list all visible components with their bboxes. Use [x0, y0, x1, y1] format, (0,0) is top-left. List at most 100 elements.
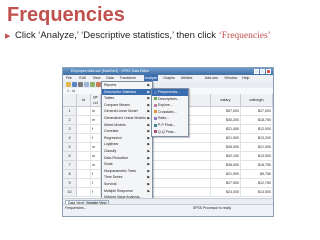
- menu-item-regression[interactable]: Regression ▶: [102, 135, 152, 142]
- column-header-id[interactable]: id: [77, 94, 91, 107]
- cell-salbegin[interactable]: $18,750: [241, 116, 273, 125]
- submenu-item-q-q-plots[interactable]: Q-Q Plots...: [152, 129, 188, 136]
- undo-icon[interactable]: [90, 82, 95, 87]
- column-header-salbegin[interactable]: salbegin: [241, 94, 273, 107]
- menu-item-scale[interactable]: Scale ▶: [102, 161, 152, 168]
- cell-salbegin[interactable]: $27,000: [241, 107, 273, 116]
- cell-gender[interactable]: m: [91, 143, 101, 152]
- cell-salary[interactable]: $21,450: [211, 125, 241, 134]
- menu-item-descriptive-statistics[interactable]: Descriptive Statistics ▶: [102, 88, 152, 96]
- cell-gender[interactable]: f: [91, 125, 101, 134]
- qq-plot-icon: [154, 130, 157, 134]
- cell-id[interactable]: [77, 161, 91, 170]
- menu-item-survival[interactable]: Survival ▶: [102, 181, 152, 188]
- submenu-item-crosstabs[interactable]: Crosstabs...: [152, 109, 188, 116]
- cell-salbegin[interactable]: $21,000: [241, 143, 273, 152]
- menu-item-correlate[interactable]: Correlate ▶: [102, 128, 152, 135]
- submenu-item-p-p-plots[interactable]: P-P Plots...: [152, 122, 188, 129]
- cell-salbegin[interactable]: $13,200: [241, 134, 273, 143]
- table-row: 10 f $24,000 $13,500: [63, 188, 273, 197]
- cell-salary[interactable]: $36,000: [211, 161, 241, 170]
- menu-item-loglinear[interactable]: Loglinear ▶: [102, 141, 152, 148]
- submenu-arrow-icon: ▶: [147, 129, 150, 134]
- menu-item-label: Scale: [104, 162, 113, 167]
- cell-id[interactable]: [77, 152, 91, 161]
- menu-item-classify[interactable]: Classify ▶: [102, 148, 152, 155]
- cell-salary[interactable]: $45,000: [211, 143, 241, 152]
- cell-salbegin[interactable]: $18,750: [241, 161, 273, 170]
- cell-salary[interactable]: $40,200: [211, 116, 241, 125]
- menu-item-label: Survival: [104, 182, 117, 186]
- cell-salary[interactable]: $24,000: [211, 188, 241, 197]
- cell-id[interactable]: [77, 107, 91, 116]
- menu-item-label: Generalized Linear Models: [104, 116, 146, 120]
- cell-gender[interactable]: f: [91, 188, 101, 197]
- cell-salary[interactable]: $27,900: [211, 179, 241, 188]
- print-icon[interactable]: [78, 82, 83, 87]
- menu-item-mixed-models[interactable]: Mixed Models ▶: [102, 122, 152, 129]
- window-titlebar: Employee data.sav [DataSet1] - SPSS Data…: [63, 68, 273, 75]
- cell-id[interactable]: [77, 170, 91, 179]
- submenu-arrow-icon: ▶: [147, 182, 150, 186]
- cell-id[interactable]: [77, 143, 91, 152]
- submenu-item-explore[interactable]: Explore...: [152, 102, 188, 109]
- cell-gender[interactable]: f: [91, 134, 101, 143]
- submenu-item-frequencies[interactable]: Frequencies...: [152, 89, 188, 96]
- cell-id[interactable]: [77, 116, 91, 125]
- menu-item-tables[interactable]: Tables ▶: [102, 95, 152, 102]
- menu-item-label: Compare Means: [104, 102, 130, 107]
- frequencies-icon: [154, 90, 157, 94]
- close-icon[interactable]: [266, 69, 271, 74]
- menu-item-label: Loglinear: [104, 142, 119, 147]
- submenu-item-ratio[interactable]: Ratio...: [152, 115, 188, 122]
- cell-salary[interactable]: $21,900: [211, 170, 241, 179]
- menu-item-generalized-linear-models[interactable]: Generalized Linear Models ▶: [102, 115, 152, 122]
- cell-salbegin[interactable]: $12,750: [241, 179, 273, 188]
- menu-item-general-linear-model[interactable]: General Linear Model ▶: [102, 108, 152, 115]
- submenu-arrow-icon: ▶: [147, 188, 150, 193]
- cell-gender[interactable]: m: [91, 107, 101, 116]
- cell-salbegin[interactable]: $12,000: [241, 125, 273, 134]
- cell-salary[interactable]: $32,100: [211, 152, 241, 161]
- menu-item-nonparametric-tests[interactable]: Nonparametric Tests ▶: [102, 168, 152, 175]
- cell-salary[interactable]: $57,000: [211, 107, 241, 116]
- menu-item-compare-means[interactable]: Compare Means ▶: [102, 102, 152, 109]
- cell-salbegin[interactable]: $13,500: [241, 152, 273, 161]
- submenu-arrow-icon: ▶: [147, 142, 150, 147]
- row-number: 2: [63, 116, 77, 125]
- cell-salary[interactable]: $21,900: [211, 134, 241, 143]
- submenu-item-label: Ratio...: [158, 116, 170, 121]
- cell-id[interactable]: [77, 188, 91, 197]
- save-icon[interactable]: [72, 82, 77, 87]
- minimize-icon[interactable]: [254, 69, 259, 74]
- menu-item-reports[interactable]: Reports ▶: [102, 82, 152, 89]
- cell-gender[interactable]: m: [91, 152, 101, 161]
- column-header-salary[interactable]: salary: [211, 94, 241, 107]
- cell-salbegin[interactable]: $13,500: [241, 188, 273, 197]
- cell-id[interactable]: [77, 134, 91, 143]
- cell-id[interactable]: [77, 179, 91, 188]
- cell-gender[interactable]: m: [91, 161, 101, 170]
- pp-plot-icon: [154, 123, 157, 127]
- open-icon[interactable]: [66, 82, 71, 87]
- row-number: 8: [63, 170, 77, 179]
- row-number: 9: [63, 179, 77, 188]
- cell-id[interactable]: [77, 125, 91, 134]
- cell-gender[interactable]: f: [91, 170, 101, 179]
- cell-gender[interactable]: f: [91, 179, 101, 188]
- row-number: 7: [63, 161, 77, 170]
- menu-item-label: Time Series: [104, 175, 123, 180]
- analyze-menu: Reports ▶ Descriptive Statistics ▶ Tables ▶ Co…: [101, 81, 153, 203]
- menu-item-time-series[interactable]: Time Series ▶: [102, 174, 152, 181]
- goto-chart-icon[interactable]: [96, 82, 101, 87]
- cell-salbegin[interactable]: $9,750: [241, 170, 273, 179]
- descriptive-statistics-submenu: Frequencies... Descriptives... Explore... C…: [151, 88, 189, 137]
- menu-item-multiple-response[interactable]: Multiple Response ▶: [102, 188, 152, 195]
- dialog-recall-icon[interactable]: [84, 82, 89, 87]
- submenu-item-descriptives[interactable]: Descriptives...: [152, 96, 188, 103]
- cell-gender[interactable]: m: [91, 116, 101, 125]
- maximize-icon[interactable]: [260, 69, 265, 74]
- menu-item-data-reduction[interactable]: Data Reduction ▶: [102, 155, 152, 162]
- submenu-arrow-icon: ▶: [147, 175, 150, 180]
- column-header-gender[interactable]: ge nd: [91, 94, 101, 107]
